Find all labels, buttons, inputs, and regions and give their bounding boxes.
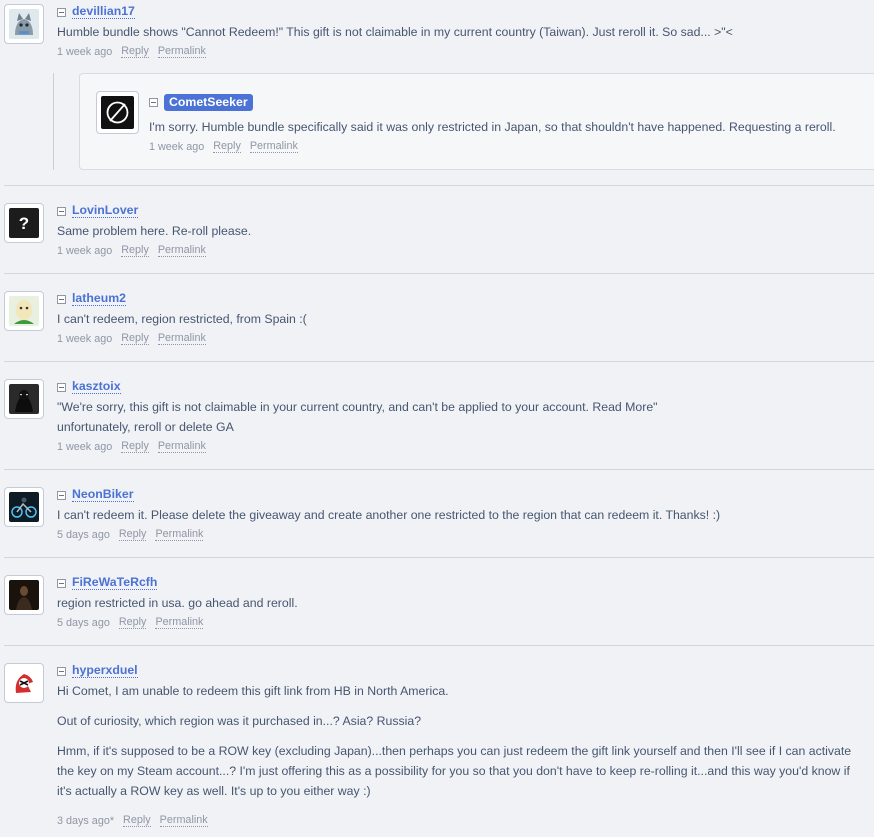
avatar[interactable] (4, 4, 44, 44)
reply-link[interactable]: Reply (121, 46, 149, 58)
permalink-link[interactable]: Permalink (249, 141, 298, 153)
comment-divider (4, 185, 874, 186)
svg-text:?: ? (19, 214, 29, 233)
username-link[interactable]: FiReWaTeRcfh (72, 576, 158, 590)
username-link[interactable]: devillian17 (72, 5, 135, 19)
collapse-toggle-icon[interactable] (57, 294, 66, 304)
reply-link[interactable]: Reply (121, 441, 149, 453)
reply-link[interactable]: Reply (121, 333, 149, 345)
timestamp: 5 days ago (57, 529, 110, 541)
collapse-toggle-icon[interactable] (57, 206, 66, 216)
nested-reply: CometSeeker I'm sorry. Humble bundle spe… (79, 73, 874, 170)
avatar[interactable] (96, 91, 139, 134)
permalink-link[interactable]: Permalink (155, 617, 204, 629)
op-username-badge[interactable]: CometSeeker (164, 93, 253, 111)
avatar[interactable]: ? (4, 203, 44, 243)
permalink-link[interactable]: Permalink (157, 333, 206, 345)
permalink-link[interactable]: Permalink (155, 529, 204, 541)
author-line: CometSeeker (149, 93, 253, 111)
permalink-link[interactable]: Permalink (159, 815, 208, 827)
avatar[interactable] (4, 379, 44, 419)
comment-divider (4, 273, 874, 274)
collapse-toggle-icon[interactable] (57, 7, 66, 17)
comment-meta: 5 days ago Reply Permalink (57, 529, 212, 541)
comment-text: I'm sorry. Humble bundle specifically sa… (149, 120, 836, 134)
comment-divider (4, 645, 874, 646)
dark-figure-avatar-icon (9, 384, 39, 414)
circle-slash-avatar-icon (101, 96, 134, 129)
avatar[interactable] (4, 291, 44, 331)
comment-paragraph: Hi Comet, I am unable to redeem this gif… (57, 684, 449, 698)
comment-meta: 1 week ago Reply Permalink (57, 46, 215, 58)
comment-meta: 1 week ago Reply Permalink (57, 245, 215, 257)
author-line: hyperxduel (57, 663, 138, 679)
timestamp: 5 days ago (57, 617, 110, 629)
comment-divider (4, 469, 874, 470)
username-link[interactable]: NeonBiker (72, 488, 134, 502)
reply-link[interactable]: Reply (118, 617, 147, 629)
avatar[interactable] (4, 487, 44, 527)
comment-meta: 1 week ago Reply Permalink (57, 441, 215, 453)
author-line: latheum2 (57, 291, 126, 307)
avatar[interactable] (4, 663, 44, 703)
permalink-link[interactable]: Permalink (157, 441, 206, 453)
collapse-toggle-icon[interactable] (57, 382, 66, 392)
hyperx-logo-avatar-icon (9, 668, 39, 698)
avatar[interactable] (4, 575, 44, 615)
reply-link[interactable]: Reply (123, 815, 151, 827)
comment-meta: 5 days ago Reply Permalink (57, 617, 212, 629)
username-link[interactable]: LovinLover (72, 204, 139, 218)
comment-paragraph: Out of curiosity, which region was it pu… (57, 714, 422, 728)
timestamp: 1 week ago (57, 46, 113, 58)
collapse-toggle-icon[interactable] (57, 666, 66, 676)
collapse-toggle-icon[interactable] (57, 578, 66, 588)
username-link[interactable]: kasztoix (72, 380, 121, 394)
dark-portrait-avatar-icon (9, 580, 39, 610)
author-line: kasztoix (57, 379, 121, 395)
comment-paragraph: Hmm, if it's supposed to be a ROW key (e… (57, 744, 852, 798)
comment-text: region restricted in usa. go ahead and r… (57, 596, 298, 610)
timestamp: 1 week ago (57, 441, 113, 453)
timestamp: 1 week ago (149, 141, 205, 153)
author-line: LovinLover (57, 203, 139, 219)
gray-cat-avatar-icon (9, 9, 39, 39)
permalink-link[interactable]: Permalink (157, 245, 206, 257)
question-mark-avatar-icon: ? (9, 208, 39, 238)
comment-text: I can't redeem it. Please delete the giv… (57, 508, 721, 522)
reply-thread-line (53, 73, 54, 170)
timestamp: 1 week ago (57, 245, 113, 257)
comment-divider (4, 557, 874, 558)
collapse-toggle-icon[interactable] (57, 490, 66, 500)
username-link[interactable]: latheum2 (72, 292, 126, 306)
comment-meta: 1 week ago Reply Permalink (57, 333, 215, 345)
reply-link[interactable]: Reply (213, 141, 241, 153)
comment-meta: 3 days ago* Reply Permalink (57, 815, 217, 827)
reply-link[interactable]: Reply (118, 529, 147, 541)
permalink-link[interactable]: Permalink (157, 46, 206, 58)
author-line: FiReWaTeRcfh (57, 575, 158, 591)
comment-text: I can't redeem, region restricted, from … (57, 312, 307, 326)
timestamp: 1 week ago (57, 333, 113, 345)
comment-text: "We're sorry, this gift is not claimable… (57, 400, 658, 414)
neon-bike-avatar-icon (9, 492, 39, 522)
comment-divider (4, 361, 874, 362)
comment-body: Hi Comet, I am unable to redeem this gif… (57, 681, 857, 811)
collapse-toggle-icon[interactable] (149, 97, 158, 107)
comment-text: Same problem here. Re-roll please. (57, 224, 252, 238)
reply-link[interactable]: Reply (121, 245, 149, 257)
comment-meta: 1 week ago Reply Permalink (149, 141, 307, 153)
comment-text: Humble bundle shows "Cannot Redeem!" Thi… (57, 25, 733, 39)
comment-text: unfortunately, reroll or delete GA (57, 420, 234, 434)
author-line: NeonBiker (57, 487, 134, 503)
egg-character-avatar-icon (9, 296, 39, 326)
timestamp: 3 days ago* (57, 815, 115, 827)
username-link[interactable]: hyperxduel (72, 664, 138, 678)
author-line: devillian17 (57, 4, 135, 20)
